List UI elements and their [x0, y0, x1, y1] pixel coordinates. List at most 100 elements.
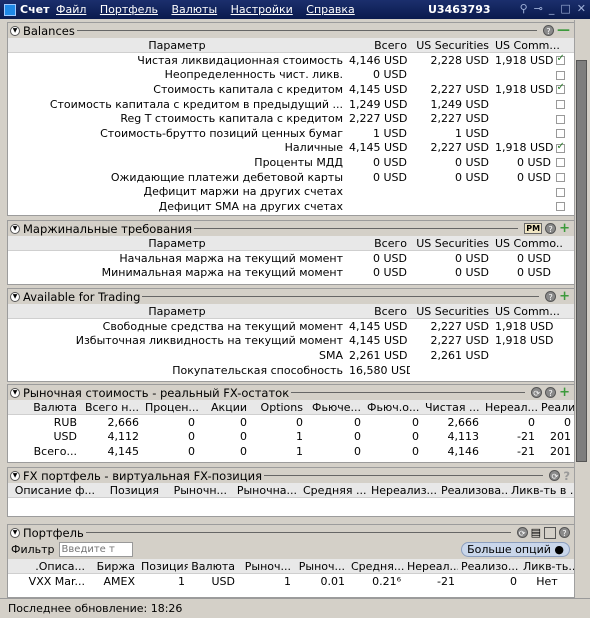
column-header[interactable]: Параметр: [8, 39, 346, 52]
column-header[interactable]: Реализ...: [538, 401, 574, 414]
window-icon[interactable]: [544, 526, 556, 539]
column-header[interactable]: Описание ф...: [8, 484, 98, 497]
menu-bar: Файл Портфель Валюты Настройки Справка: [56, 3, 365, 16]
account-id: U3463793: [428, 3, 491, 16]
table-cell: 0: [412, 415, 419, 429]
checkbox[interactable]: [555, 83, 565, 95]
collapse-icon[interactable]: ▼: [10, 291, 20, 302]
table-row[interactable]: RUB 2,666 0 0 0 0 0 2,666 0 0: [8, 415, 574, 430]
collapse-icon[interactable]: ▼: [10, 470, 20, 481]
column-header[interactable]: US Comm...: [492, 39, 564, 52]
cell-total: 0 USD: [373, 68, 407, 82]
column-header[interactable]: Реализо...: [458, 560, 520, 573]
add-icon[interactable]: +: [559, 386, 570, 399]
pin-icon[interactable]: ⚲: [520, 2, 528, 15]
settings-icon[interactable]: ?: [543, 25, 554, 36]
column-header[interactable]: Фьюче...: [306, 401, 364, 414]
refresh-icon[interactable]: ⟳: [516, 527, 528, 538]
collapse-icon[interactable]: ▼: [10, 387, 20, 398]
column-header[interactable]: Ликв-ть в ...: [508, 484, 574, 497]
add-icon[interactable]: +: [559, 222, 570, 235]
column-header[interactable]: Валюта: [8, 401, 80, 414]
table-row: Reg T стоимость капитала с кредитом 2,227…: [8, 111, 574, 126]
column-header[interactable]: US Securities: [410, 237, 492, 250]
column-header[interactable]: US Comm...: [492, 305, 564, 318]
column-header[interactable]: Акции: [198, 401, 250, 414]
column-header[interactable]: Средняя ...: [300, 484, 368, 497]
column-header[interactable]: Средня...: [348, 560, 404, 573]
column-header[interactable]: Позиция: [138, 560, 188, 573]
table-row[interactable]: USD 4,112 0 0 1 0 0 4,113 -21 201: [8, 430, 574, 445]
refresh-icon[interactable]: ⟳: [549, 470, 561, 481]
close-icon[interactable]: ✕: [577, 2, 586, 15]
column-header[interactable]: Биржа: [88, 560, 138, 573]
column-header[interactable]: Рыночн...: [162, 484, 230, 497]
column-header[interactable]: Всего: [346, 39, 410, 52]
settings-icon[interactable]: ?: [545, 223, 557, 234]
column-header[interactable]: US Securities: [410, 39, 492, 52]
column-header[interactable]: US Commo...: [492, 237, 564, 250]
checkbox[interactable]: [555, 173, 565, 183]
column-header[interactable]: Позиция: [98, 484, 162, 497]
pm-badge-icon[interactable]: PM: [524, 223, 543, 234]
table-row[interactable]: Всего... 4,145 0 0 1 0 0 4,146 -21 201: [8, 444, 574, 459]
column-header[interactable]: Нереал...: [404, 560, 458, 573]
column-header[interactable]: Рыночна...: [230, 484, 300, 497]
scrollbar[interactable]: [574, 20, 587, 594]
chart-icon[interactable]: ▤: [531, 526, 541, 539]
remove-icon[interactable]: —: [557, 24, 570, 37]
column-header[interactable]: Рыноч...: [294, 560, 348, 573]
scrollbar-thumb[interactable]: [576, 60, 587, 462]
column-header[interactable]: Параметр: [8, 305, 346, 318]
filter-input[interactable]: [58, 542, 133, 557]
collapse-icon[interactable]: ▼: [10, 25, 20, 36]
checkbox[interactable]: [555, 70, 565, 80]
add-icon[interactable]: +: [559, 290, 570, 303]
menu-help[interactable]: Справка: [306, 3, 354, 16]
row-label: Дефицит маржи на других счетах: [143, 185, 343, 199]
maximize-icon[interactable]: □: [560, 2, 570, 15]
menu-file[interactable]: Файл: [56, 3, 86, 16]
column-header[interactable]: Нереализ...: [368, 484, 438, 497]
checkbox[interactable]: [555, 129, 565, 139]
collapse-icon[interactable]: ▼: [10, 527, 20, 538]
column-header[interactable]: Рыноч...: [238, 560, 294, 573]
column-header[interactable]: Всего: [346, 237, 410, 250]
column-header[interactable]: Параметр: [8, 237, 346, 250]
column-header[interactable]: Фьюч.о...: [364, 401, 422, 414]
column-header[interactable]: Ликв-ть...: [520, 560, 574, 573]
link-icon[interactable]: ⊸: [534, 2, 543, 15]
collapse-icon[interactable]: ▼: [10, 223, 20, 234]
checkbox[interactable]: [555, 114, 565, 124]
settings-icon[interactable]: ?: [545, 387, 557, 398]
cell-us-commodities: 1,918 USD: [495, 319, 554, 333]
column-header[interactable]: Нереал...: [482, 401, 538, 414]
checkbox[interactable]: [555, 141, 565, 153]
table-row[interactable]: VXX Mar... AMEX 1 USD 1 0.01 0.21⁶ -21 0 Нет: [8, 574, 574, 589]
settings-icon[interactable]: ?: [545, 291, 557, 302]
column-header[interactable]: US Securities: [410, 305, 492, 318]
settings-icon[interactable]: ?: [559, 527, 570, 538]
column-header[interactable]: .Описа...: [8, 560, 88, 573]
menu-currencies[interactable]: Валюты: [171, 3, 217, 16]
column-header[interactable]: Валюта: [188, 560, 238, 573]
checkbox[interactable]: [555, 158, 565, 168]
column-header[interactable]: Options: [250, 401, 306, 414]
column-header[interactable]: Всего н...: [80, 401, 142, 414]
checkbox[interactable]: [555, 54, 565, 66]
menu-portfolio[interactable]: Портфель: [100, 3, 158, 16]
checkbox[interactable]: [555, 187, 565, 197]
help-icon[interactable]: ?: [563, 469, 570, 483]
checkbox[interactable]: [555, 100, 565, 110]
more-options-button[interactable]: Больше опций ●: [461, 542, 570, 557]
minimize-icon[interactable]: _: [549, 2, 555, 15]
column-header[interactable]: Реализова...: [438, 484, 508, 497]
column-header[interactable]: Всего: [346, 305, 410, 318]
checkbox[interactable]: [555, 202, 565, 212]
column-header[interactable]: Чистая ...: [422, 401, 482, 414]
menu-settings[interactable]: Настройки: [231, 3, 293, 16]
refresh-icon[interactable]: ⟳: [531, 387, 543, 398]
column-header[interactable]: Процен...: [142, 401, 198, 414]
fx-portfolio-panel: ▼ FX портфель - виртуальная FX-позиция ⟳…: [7, 467, 575, 517]
table-cell: 0: [240, 430, 247, 444]
